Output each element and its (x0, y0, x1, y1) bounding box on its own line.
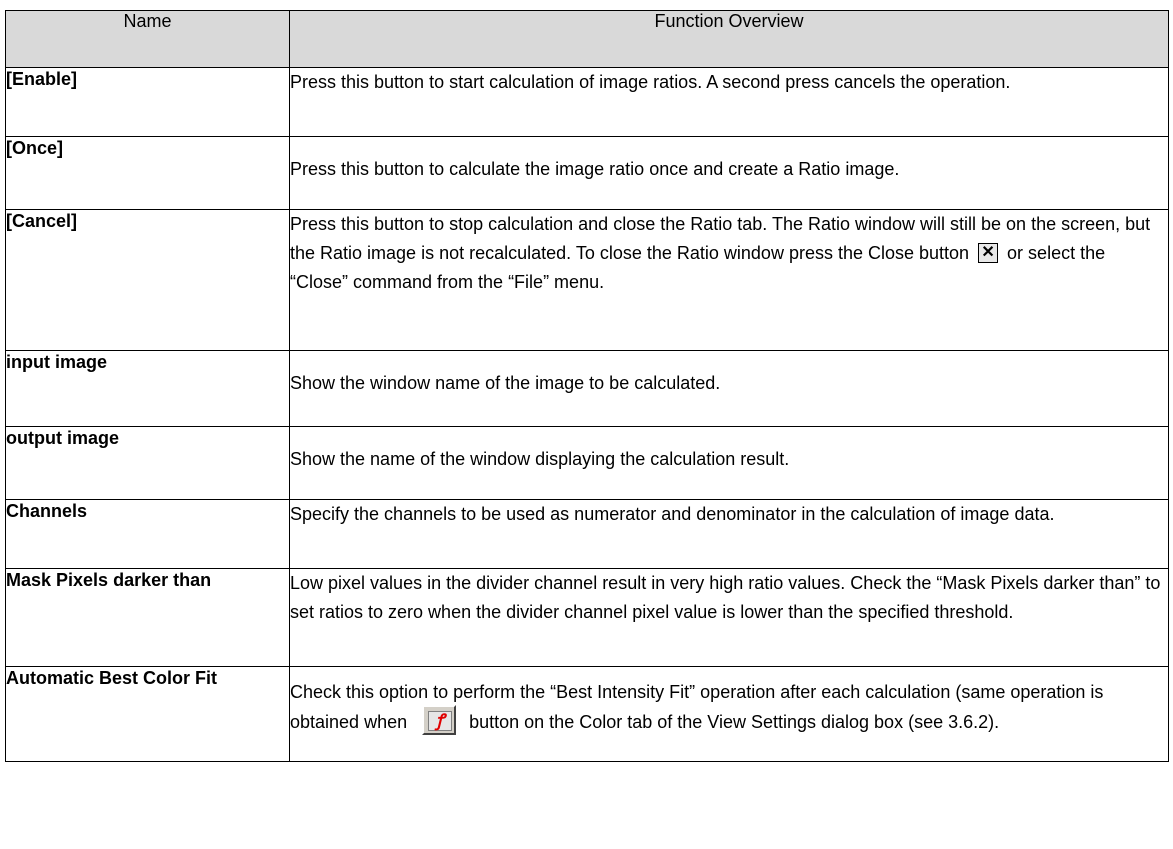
table-row: output image Show the name of the window… (5, 426, 1169, 500)
table-row: Channels Specify the channels to be used… (5, 499, 1169, 569)
row-description: Check this option to perform the “Best I… (289, 666, 1169, 762)
row-description: Show the name of the window displaying t… (289, 426, 1169, 500)
table-row: [Cancel] Press this button to stop calcu… (5, 209, 1169, 351)
row-description: Show the window name of the image to be … (289, 350, 1169, 427)
row-name: Channels (5, 499, 290, 569)
row-name: [Once] (5, 136, 290, 210)
table-row: Mask Pixels darker than Low pixel values… (5, 568, 1169, 667)
row-name: [Cancel] (5, 209, 290, 351)
header-name: Name (5, 10, 290, 68)
row-description: Low pixel values in the divider channel … (289, 568, 1169, 667)
row-description: Press this button to start calculation o… (289, 67, 1169, 137)
table-row: [Once] Press this button to calculate th… (5, 136, 1169, 210)
row-name: Mask Pixels darker than (5, 568, 290, 667)
table-header-row: Name Function Overview (5, 10, 1169, 68)
table-row: Automatic Best Color Fit Check this opti… (5, 666, 1169, 762)
row-name: input image (5, 350, 290, 427)
best-fit-glyph: ꝭ (428, 711, 453, 731)
description-text: button on the Color tab of the View Sett… (464, 711, 1000, 732)
row-name: [Enable] (5, 67, 290, 137)
table-row: input image Show the window name of the … (5, 350, 1169, 427)
best-fit-icon: ꝭ (422, 705, 457, 735)
row-name: Automatic Best Color Fit (5, 666, 290, 762)
function-overview-table: Name Function Overview [Enable] Press th… (5, 10, 1169, 762)
row-description: Specify the channels to be used as numer… (289, 499, 1169, 569)
header-function-overview: Function Overview (289, 10, 1169, 68)
row-name: output image (5, 426, 290, 500)
table-row: [Enable] Press this button to start calc… (5, 67, 1169, 137)
row-description: Press this button to stop calculation an… (289, 209, 1169, 351)
close-icon: ✕ (978, 242, 999, 263)
row-description: Press this button to calculate the image… (289, 136, 1169, 210)
